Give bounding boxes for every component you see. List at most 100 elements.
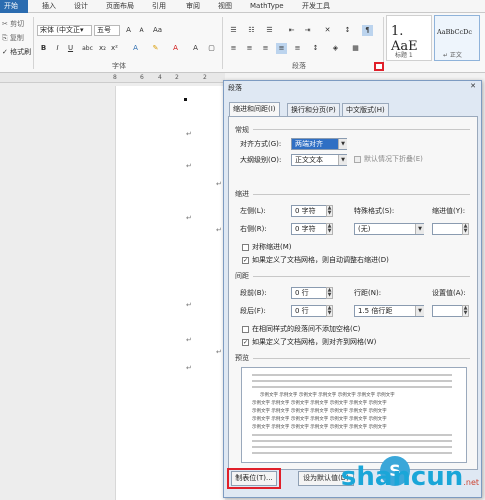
tab-developer[interactable]: 开发工具 (298, 0, 334, 13)
highlight-icon[interactable]: ✎ (150, 43, 161, 54)
space-after-stepper[interactable]: ▲ ▼ (326, 305, 333, 317)
font-name-select[interactable]: 宋体 (中文正▾ (37, 25, 92, 36)
paragraph-mark: ↵ (186, 301, 192, 309)
superscript-icon[interactable]: x² (109, 43, 120, 54)
space-before-input[interactable]: 0 行 (291, 287, 327, 299)
multilevel-list-icon[interactable]: ☰ (264, 25, 275, 36)
tab-page-layout[interactable]: 页面布局 (102, 0, 138, 13)
mirror-indents-label: 对称缩进(M) (252, 243, 292, 251)
ruler-mark: 4 (158, 74, 162, 81)
preview-line (252, 452, 452, 454)
preview-line (252, 374, 452, 376)
right-indent-label: 右侧(R): (240, 225, 267, 233)
bold-icon[interactable]: B (38, 43, 49, 54)
borders-icon[interactable]: ▦ (350, 43, 361, 54)
tab-review[interactable]: 审阅 (182, 0, 204, 13)
right-indent-value: 0 字符 (295, 225, 316, 233)
tabs-button[interactable]: 制表位(T)... (231, 471, 277, 486)
indent-section-label: 缩进 (235, 190, 249, 198)
distribute-icon[interactable]: ≡ (292, 43, 303, 54)
decrease-indent-icon[interactable]: ⇤ (286, 25, 297, 36)
paragraph-mark: ↵ (186, 364, 192, 372)
alignment-label: 对齐方式(G): (240, 140, 282, 148)
style-heading1-name: 标题 1 (395, 52, 413, 59)
tab-references[interactable]: 引用 (148, 0, 170, 13)
char-border-icon[interactable]: ▢ (206, 43, 217, 54)
preview-line (252, 446, 452, 448)
line-spacing-icon[interactable]: ↕ (310, 43, 321, 54)
left-indent-stepper[interactable]: ▲ ▼ (326, 205, 333, 217)
spacing-at-input[interactable] (432, 305, 463, 317)
chevron-down-icon[interactable]: ▼ (338, 139, 347, 149)
chevron-down-icon[interactable]: ▼ (415, 224, 424, 234)
space-before-stepper[interactable]: ▲ ▼ (326, 287, 333, 299)
font-group-label: 字体 (112, 62, 126, 70)
auto-adjust-checkbox[interactable]: ✓ (242, 257, 249, 264)
align-center-icon[interactable]: ≡ (244, 43, 255, 54)
text-effects-icon[interactable]: A (130, 43, 141, 54)
cut-button[interactable]: ✂ 剪切 (2, 19, 24, 29)
tab-view[interactable]: 视图 (214, 0, 236, 13)
style-heading1[interactable]: 1. AaE 标题 1 (386, 15, 432, 61)
snap-to-grid-checkbox[interactable]: ✓ (242, 339, 249, 346)
shrink-font-icon[interactable]: A (136, 25, 147, 36)
style-normal[interactable]: AaBbCcDc ↵ 正文 (434, 15, 480, 61)
align-left-icon[interactable]: ≡ (228, 43, 239, 54)
paragraph-dialog: 段落 ✕ 缩进和间距(I) 换行和分页(P) 中文版式(H) 常规 对齐方式(G… (223, 80, 482, 498)
format-painter-button[interactable]: ✓ 格式刷 (2, 47, 31, 57)
collapse-checkbox[interactable] (354, 156, 361, 163)
strikethrough-icon[interactable]: abc (82, 43, 93, 54)
justify-icon[interactable]: ≡ (276, 43, 287, 54)
char-shading-icon[interactable]: A (190, 43, 201, 54)
italic-icon[interactable]: I (52, 43, 63, 54)
format-painter-label: 格式刷 (10, 48, 32, 56)
tab-indents-spacing[interactable]: 缩进和间距(I) (229, 102, 280, 116)
right-indent-input[interactable]: 0 字符 (291, 223, 327, 235)
show-marks-icon[interactable]: ¶ (362, 25, 373, 36)
ribbon-tab-bar: 开始 插入 设计 页面布局 引用 审阅 视图 MathType 开发工具 (0, 0, 485, 13)
chinese-layout-icon[interactable]: ✕ (322, 25, 333, 36)
snap-to-grid-label: 如果定义了文档网格，则对齐到网格(W) (252, 338, 377, 346)
font-size-select[interactable]: 五号 (94, 25, 120, 36)
indent-by-stepper[interactable]: ▲ ▼ (462, 223, 469, 235)
copy-button[interactable]: ⎘ 复制 (2, 33, 24, 43)
right-indent-stepper[interactable]: ▲ ▼ (326, 223, 333, 235)
mirror-indents-checkbox[interactable] (242, 244, 249, 251)
indent-by-label: 缩进值(Y): (432, 207, 466, 215)
document-page[interactable]: ↵ ↵ ↵ ↵ ↵ ↵ ↵ ↵ ↵ (115, 86, 225, 500)
sort-icon[interactable]: ↕ (342, 25, 353, 36)
space-after-input[interactable]: 0 行 (291, 305, 327, 317)
change-case-icon[interactable]: Aa (152, 25, 163, 36)
bullets-icon[interactable]: ☰ (228, 25, 239, 36)
special-indent-label: 特殊格式(S): (354, 207, 395, 215)
align-right-icon[interactable]: ≡ (260, 43, 271, 54)
no-space-same-style-checkbox[interactable] (242, 326, 249, 333)
tab-design[interactable]: 设计 (70, 0, 92, 13)
close-icon[interactable]: ✕ (468, 82, 478, 91)
chevron-down-icon[interactable]: ▼ (415, 306, 424, 316)
collapse-label: 默认情况下折叠(E) (364, 155, 423, 163)
paragraph-dialog-launcher-icon[interactable] (374, 62, 384, 71)
paragraph-mark: ↵ (216, 348, 222, 356)
tab-asian-typography[interactable]: 中文版式(H) (342, 103, 389, 116)
tab-mathtype[interactable]: MathType (246, 0, 288, 13)
subscript-icon[interactable]: x₂ (97, 43, 108, 54)
ribbon: ✂ 剪切 ⎘ 复制 ✓ 格式刷 宋体 (中文正▾ 五号 A A Aa B I U… (0, 13, 485, 73)
left-indent-input[interactable]: 0 字符 (291, 205, 327, 217)
numbering-icon[interactable]: ☷ (246, 25, 257, 36)
tab-insert[interactable]: 插入 (38, 0, 60, 13)
preview-section-label: 预览 (235, 354, 249, 362)
tab-line-page-breaks[interactable]: 换行和分页(P) (287, 103, 340, 116)
underline-icon[interactable]: U (65, 43, 76, 54)
font-color-icon[interactable]: A (170, 43, 181, 54)
line-spacing-select[interactable]: 1.5 倍行距 (354, 305, 424, 317)
preview-text: 示例文字 示例文字 示例文字 示例文字 示例文字 示例文字 示例文字 (260, 393, 395, 398)
grow-font-icon[interactable]: A (123, 25, 134, 36)
tab-home[interactable]: 开始 (0, 0, 28, 13)
chevron-down-icon[interactable]: ▼ (338, 155, 347, 165)
increase-indent-icon[interactable]: ⇥ (302, 25, 313, 36)
spacing-at-stepper[interactable]: ▲ ▼ (462, 305, 469, 317)
shading-icon[interactable]: ◈ (330, 43, 341, 54)
indent-by-input[interactable] (432, 223, 463, 235)
special-indent-select[interactable]: (无) (354, 223, 424, 235)
